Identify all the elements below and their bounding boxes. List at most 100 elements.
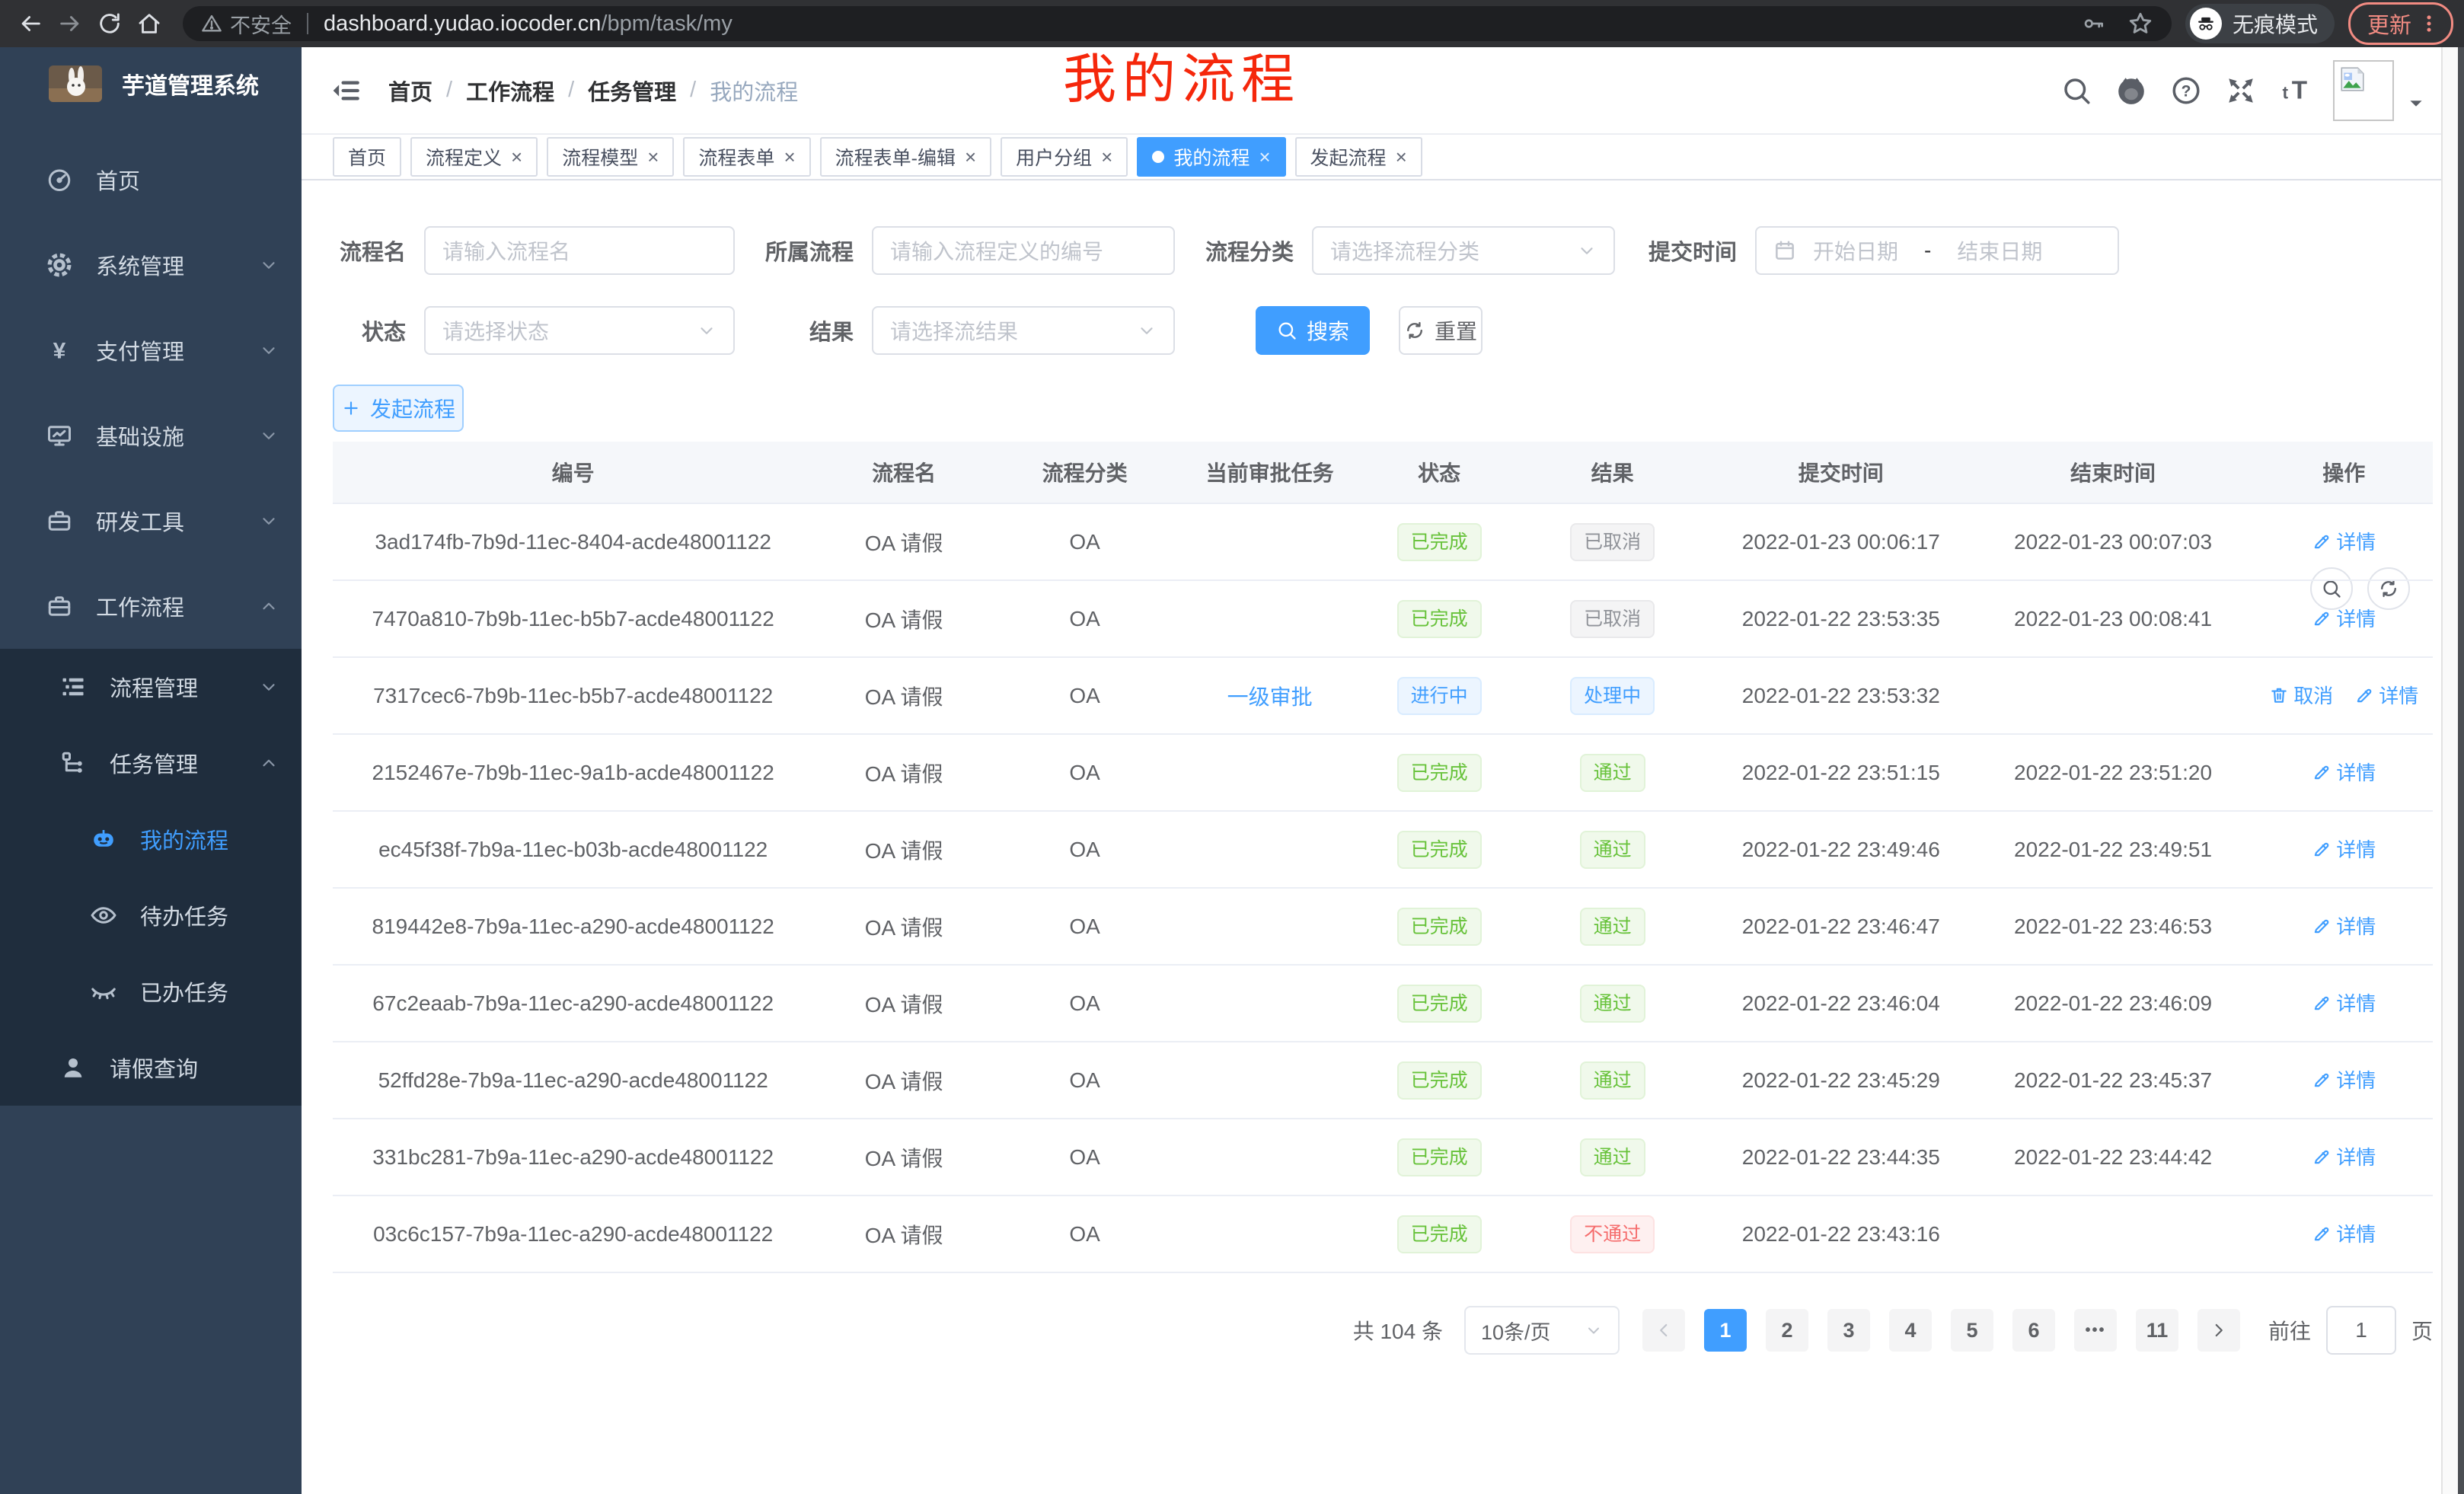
avatar[interactable]: [2333, 60, 2394, 121]
sidebar-item-待办任务[interactable]: 待办任务: [0, 877, 302, 953]
page-button-3[interactable]: 3: [1827, 1309, 1870, 1352]
annotation-text: 我的流程: [1063, 50, 1301, 109]
page-button-1[interactable]: 1: [1704, 1309, 1747, 1352]
menu-dots-icon[interactable]: [2418, 12, 2440, 35]
tab-用户分组[interactable]: 用户分组×: [1001, 137, 1128, 177]
search-button[interactable]: 搜索: [1256, 306, 1370, 355]
close-icon[interactable]: ×: [511, 147, 522, 167]
sidebar-item-工作流程[interactable]: 工作流程: [0, 563, 302, 649]
sidebar-item-首页[interactable]: 首页: [0, 137, 302, 222]
column-header: 结果: [1514, 442, 1711, 503]
page-button-2[interactable]: 2: [1766, 1309, 1808, 1352]
status-select[interactable]: 请选择状态: [424, 306, 735, 355]
create-process-button[interactable]: 发起流程: [333, 385, 464, 432]
table-row: 2152467e-7b9b-11ec-9a1b-acde48001122OA 请…: [333, 734, 2433, 811]
close-icon[interactable]: ×: [1259, 147, 1270, 167]
page-button-6[interactable]: 6: [2012, 1309, 2055, 1352]
date-range-input[interactable]: 开始日期 - 结束日期: [1755, 226, 2119, 275]
ops-cell: 详情: [2255, 1196, 2433, 1272]
tab-发起流程[interactable]: 发起流程×: [1295, 137, 1422, 177]
caret-down-icon[interactable]: [2406, 94, 2426, 113]
close-icon[interactable]: ×: [647, 147, 659, 167]
detail-link[interactable]: 详情: [2312, 1065, 2376, 1093]
cancel-link[interactable]: 取消: [2269, 681, 2333, 709]
task-link[interactable]: 一级审批: [1227, 685, 1313, 709]
detail-link[interactable]: 详情: [2354, 681, 2418, 709]
column-header: 操作: [2255, 442, 2433, 503]
scrollbar[interactable]: [2441, 47, 2464, 1494]
key-icon[interactable]: [2082, 11, 2106, 36]
browser-reload-button[interactable]: [90, 4, 129, 43]
sidebar-item-请假查询[interactable]: 请假查询: [0, 1030, 302, 1106]
tab-流程定义[interactable]: 流程定义×: [410, 137, 538, 177]
detail-link[interactable]: 详情: [2312, 527, 2376, 555]
app-logo-row[interactable]: 芋道管理系统: [0, 47, 302, 117]
fullscreen-icon[interactable]: [2225, 75, 2257, 107]
sidebar-item-流程管理[interactable]: 流程管理: [0, 649, 302, 725]
close-icon[interactable]: ×: [1101, 147, 1112, 167]
prev-page-button[interactable]: [1642, 1309, 1685, 1352]
github-icon[interactable]: [2115, 75, 2147, 107]
page-ellipsis[interactable]: •••: [2074, 1309, 2117, 1352]
chevron-down-icon: [1585, 1321, 1603, 1339]
sidebar-item-任务管理[interactable]: 任务管理: [0, 725, 302, 801]
tab-流程表单-编辑[interactable]: 流程表单-编辑×: [820, 137, 992, 177]
search-icon[interactable]: [2060, 75, 2092, 107]
detail-link[interactable]: 详情: [2312, 758, 2376, 786]
process-def-input[interactable]: 请输入流程定义的编号: [872, 226, 1175, 275]
process-def-placeholder: 请输入流程定义的编号: [890, 235, 1103, 266]
sidebar-item-支付管理[interactable]: ¥支付管理: [0, 308, 302, 393]
detail-link[interactable]: 详情: [2312, 911, 2376, 940]
security-badge[interactable]: 不安全: [201, 9, 292, 39]
chevron-down-icon: [1137, 321, 1157, 340]
process-name-cell: OA 请假: [813, 503, 994, 580]
category-select[interactable]: 请选择流程分类: [1312, 226, 1615, 275]
browser-back-button[interactable]: [11, 4, 50, 43]
browser-update-button[interactable]: 更新: [2348, 2, 2453, 45]
hamburger-icon[interactable]: [332, 75, 362, 106]
tab-我的流程[interactable]: 我的流程×: [1137, 137, 1285, 177]
sidebar-item-我的流程[interactable]: 我的流程: [0, 801, 302, 877]
detail-link[interactable]: 详情: [2312, 988, 2376, 1017]
detail-link[interactable]: 详情: [2312, 1219, 2376, 1247]
chevron-down-icon: [259, 255, 279, 275]
result-cell: 处理中: [1514, 657, 1711, 734]
breadcrumb-item[interactable]: 工作流程: [466, 75, 554, 107]
breadcrumb-item[interactable]: 首页: [388, 75, 432, 107]
sidebar-item-研发工具[interactable]: 研发工具: [0, 478, 302, 563]
status-badge: 已完成: [1397, 985, 1482, 1023]
page-button-4[interactable]: 4: [1889, 1309, 1932, 1352]
op-label: 详情: [2336, 835, 2376, 863]
url-path: /bpm/task/my: [601, 11, 732, 37]
page-size-select[interactable]: 10条/页: [1464, 1306, 1620, 1355]
tab-首页[interactable]: 首页: [333, 137, 401, 177]
page-button-11[interactable]: 11: [2136, 1309, 2178, 1352]
star-icon[interactable]: [2127, 11, 2153, 37]
tree-icon: [59, 749, 87, 777]
reset-button[interactable]: 重置: [1399, 306, 1483, 355]
process-name-input[interactable]: 请输入流程名: [424, 226, 735, 275]
help-icon[interactable]: ?: [2170, 75, 2202, 107]
next-page-button[interactable]: [2197, 1309, 2240, 1352]
detail-link[interactable]: 详情: [2312, 835, 2376, 863]
sidebar-item-基础设施[interactable]: 基础设施: [0, 393, 302, 478]
address-bar[interactable]: 不安全 dashboard.yudao.iocoder.cn/bpm/task/…: [183, 6, 2172, 41]
close-icon[interactable]: ×: [1396, 147, 1407, 167]
status-badge: 已完成: [1397, 1215, 1482, 1253]
tab-流程表单[interactable]: 流程表单×: [683, 137, 810, 177]
font-size-icon[interactable]: tT: [2280, 75, 2312, 107]
page-button-5[interactable]: 5: [1951, 1309, 1993, 1352]
ops-cell: 详情: [2255, 1119, 2433, 1196]
sidebar-item-已办任务[interactable]: 已办任务: [0, 953, 302, 1030]
goto-page-input[interactable]: 1: [2326, 1306, 2396, 1355]
detail-link[interactable]: 详情: [2312, 1142, 2376, 1170]
tab-流程模型[interactable]: 流程模型×: [547, 137, 674, 177]
close-icon[interactable]: ×: [965, 147, 976, 167]
close-icon[interactable]: ×: [784, 147, 795, 167]
detail-link[interactable]: 详情: [2312, 604, 2376, 632]
browser-forward-button[interactable]: [50, 4, 90, 43]
breadcrumb-item[interactable]: 任务管理: [588, 75, 676, 107]
result-select[interactable]: 请选择流结果: [872, 306, 1175, 355]
browser-home-button[interactable]: [129, 4, 169, 43]
sidebar-item-系统管理[interactable]: 系统管理: [0, 222, 302, 308]
